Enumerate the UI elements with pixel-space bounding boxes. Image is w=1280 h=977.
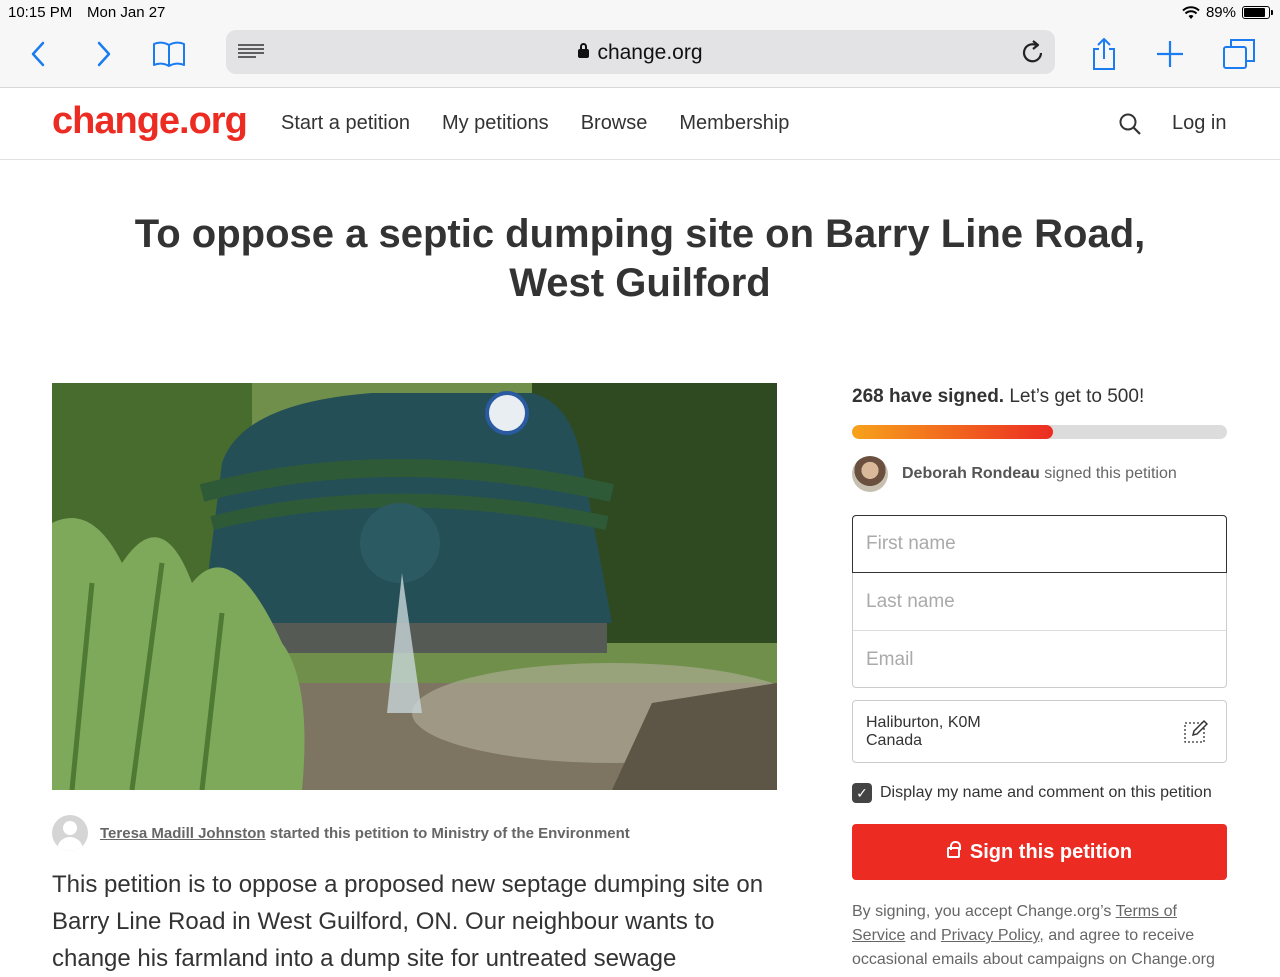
location-field[interactable]: Haliburton, K0M Canada [852,700,1227,763]
back-icon[interactable] [18,34,58,74]
petition-title: To oppose a septic dumping site on Barry… [134,212,1146,305]
petition-body: This petition is to oppose a proposed ne… [52,871,764,972]
tabs-icon[interactable] [1219,34,1259,74]
signer-suffix: signed this petition [1039,465,1177,482]
legal-text: By signing, you accept Change.org’s Term… [852,900,1232,972]
progress-fill [852,425,1053,439]
location-line2: Canada [866,732,923,749]
signer-name: Deborah Rondeau [902,465,1040,482]
login-link[interactable]: Log in [1172,112,1227,135]
legal-prefix: By signing, you accept Change.org’s [852,903,1116,920]
nav-browse[interactable]: Browse [581,112,648,135]
url-display[interactable]: change.org [226,41,1055,65]
lock-icon [578,43,590,58]
battery-percent: 89% [1205,4,1236,21]
site-header: change.org Start a petition My petitions… [0,88,1280,160]
recent-signer: Deborah Rondeau signed this petition [852,456,1177,492]
author-suffix: started this petition to Ministry of the… [265,824,630,842]
signed-count: 268 have signed. [852,386,1005,407]
signature-progress-bar [852,425,1227,439]
lock-icon [946,840,961,858]
reload-icon[interactable] [1021,39,1045,70]
signature-count: 268 have signed. Let’s get to 500! [852,386,1144,408]
address-bar[interactable]: change.org [226,30,1055,74]
privacy-link[interactable]: Privacy Policy [941,927,1039,944]
avatar [52,815,88,851]
author-name-link[interactable]: Teresa Madill Johnston [100,825,266,842]
last-name-field[interactable] [853,574,1226,631]
sign-form [852,515,1227,688]
status-right: 89% [1182,4,1273,21]
petition-image [52,383,777,790]
nav-my-petitions[interactable]: My petitions [442,112,549,135]
status-time: 10:15 PM [8,4,73,21]
display-name-option: ✓ Display my name and comment on this pe… [852,783,1212,803]
main-nav: Start a petition My petitions Browse Mem… [281,112,789,135]
status-date: Mon Jan 27 [87,4,166,21]
browser-toolbar: change.org [0,26,1280,88]
bookmarks-icon[interactable] [149,34,189,74]
signed-goal: Let’s get to 500! [1004,386,1145,407]
new-tab-icon[interactable] [1150,34,1190,74]
nav-membership[interactable]: Membership [679,112,789,135]
change-logo[interactable]: change.org [52,100,248,143]
display-name-checkbox[interactable]: ✓ [852,783,872,803]
display-name-label: Display my name and comment on this peti… [880,784,1212,801]
legal-and: and [905,927,941,944]
location-line1: Haliburton, K0M [866,714,981,731]
status-bar: 10:15 PM Mon Jan 27 89% [0,0,1280,26]
nav-start-petition[interactable]: Start a petition [281,112,410,135]
wifi-icon [1182,5,1200,19]
signer-avatar [852,456,888,492]
sign-petition-button[interactable]: Sign this petition [852,824,1227,880]
url-text: change.org [597,41,703,64]
battery-icon [1242,6,1273,19]
petition-author: Teresa Madill Johnston started this peti… [52,815,630,851]
forward-icon[interactable] [84,34,124,74]
sign-button-label: Sign this petition [969,840,1133,863]
edit-icon[interactable] [1184,719,1209,748]
share-icon[interactable] [1084,34,1124,74]
email-field[interactable] [853,631,1226,688]
search-icon[interactable] [1118,112,1142,141]
first-name-field[interactable] [852,515,1227,573]
